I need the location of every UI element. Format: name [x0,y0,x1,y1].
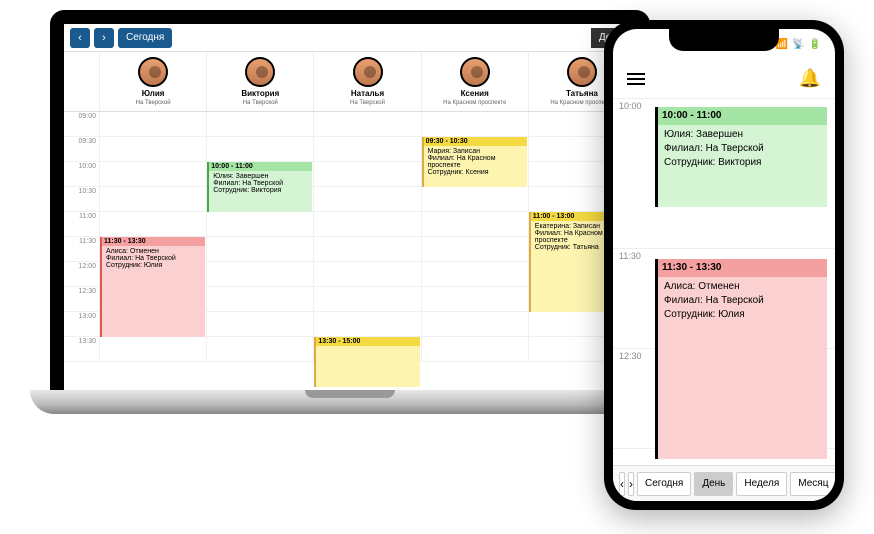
wifi-icon: 📡 [792,39,804,50]
mobile-footer: ‹ › Сегодня День Неделя Месяц [613,465,835,501]
avatar [353,57,383,87]
next-button[interactable]: › [94,28,114,48]
mobile-schedule[interactable]: 10:0011:3012:3010:00 - 11:00Юлия: Заверш… [613,99,835,465]
calendar-event[interactable]: 09:30 - 10:30Мария: ЗаписанФилиал: На Кр… [422,137,527,187]
mobile-header: 🔔 [613,59,835,99]
staff-header: ЮлияНа Тверской ВикторияНа Тверской Ната… [64,52,636,112]
staff-column: ЮлияНа Тверской [100,52,207,111]
bell-icon[interactable]: 🔔 [799,68,821,89]
staff-column: КсенияНа Красном проспекте [422,52,529,111]
staff-column: ВикторияНа Тверской [207,52,314,111]
avatar [245,57,275,87]
phone-device: 📶 📡 🔋 🔔 10:0011:3012:3010:00 - 11:00Юлия… [604,20,844,510]
prev-button[interactable]: ‹ [70,28,90,48]
phone-notch [669,29,779,51]
avatar [460,57,490,87]
calendar-event[interactable]: 11:30 - 13:30Алиса: ОтмененФилиал: На Тв… [100,237,205,337]
mobile-day-button[interactable]: День [694,472,733,496]
mobile-calendar-event[interactable]: 11:30 - 13:30Алиса: ОтмененФилиал: На Тв… [655,259,827,459]
calendar-event[interactable]: 10:00 - 11:00Юлия: ЗавершенФилиал: На Тв… [207,162,312,212]
mobile-prev-button[interactable]: ‹ [619,472,625,496]
calendar-event[interactable]: 13:30 - 15:00 [314,337,419,387]
schedule-grid[interactable]: 09:0009:3010:0010:3011:0011:3012:0012:30… [64,112,636,390]
avatar [567,57,597,87]
menu-icon[interactable] [627,73,645,85]
desktop-app: ‹ › Сегодня День ЮлияНа Тверской Виктори… [64,24,636,390]
staff-column: НатальяНа Тверской [314,52,421,111]
mobile-next-button[interactable]: › [628,472,634,496]
mobile-month-button[interactable]: Месяц [790,472,835,496]
mobile-today-button[interactable]: Сегодня [637,472,691,496]
mobile-calendar-event[interactable]: 10:00 - 11:00Юлия: ЗавершенФилиал: На Тв… [655,107,827,207]
laptop-device: ‹ › Сегодня День ЮлияНа Тверской Виктори… [30,10,670,440]
avatar [138,57,168,87]
today-button[interactable]: Сегодня [118,28,172,48]
battery-icon: 🔋 [809,39,821,50]
toolbar: ‹ › Сегодня День [64,24,636,52]
mobile-week-button[interactable]: Неделя [736,472,787,496]
